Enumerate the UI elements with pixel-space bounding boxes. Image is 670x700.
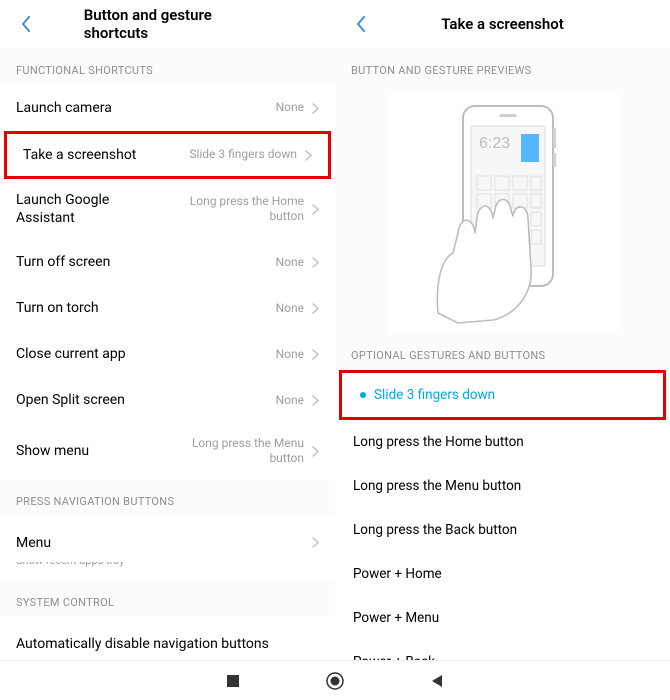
- square-icon: [226, 674, 240, 688]
- back-button[interactable]: [14, 12, 38, 36]
- row-value: Long press the Menu button: [164, 436, 304, 467]
- row-label: Turn off screen: [16, 253, 110, 271]
- row-take-screenshot[interactable]: Take a screenshot Slide 3 fingers down: [4, 131, 331, 179]
- row-label: Launch camera: [16, 99, 112, 117]
- row-value: None: [276, 255, 304, 271]
- section-header-press-nav: PRESS NAVIGATION BUTTONS: [0, 479, 335, 516]
- chevron-right-icon: [305, 150, 312, 161]
- chevron-right-icon: [312, 103, 319, 114]
- nav-recents-button[interactable]: [222, 670, 244, 692]
- header: Take a screenshot: [335, 0, 670, 48]
- row-value: None: [276, 347, 304, 363]
- row-label: Take a screenshot: [23, 146, 136, 164]
- option-label: Long press the Back button: [353, 522, 517, 538]
- chevron-right-icon: [312, 303, 319, 314]
- option-label: Slide 3 fingers down: [374, 387, 495, 403]
- chevron-left-icon: [21, 16, 31, 32]
- chevron-right-icon: [312, 349, 319, 360]
- android-nav-bar: [0, 660, 670, 700]
- option-label: Long press the Home button: [353, 434, 524, 450]
- row-close-app[interactable]: Close current app None: [0, 332, 335, 378]
- chevron-right-icon: [312, 537, 319, 548]
- option-label: Long press the Menu button: [353, 478, 521, 494]
- circle-icon: [325, 671, 345, 691]
- content-scroll[interactable]: BUTTON AND GESTURE PREVIEWS 6:23: [335, 48, 670, 660]
- option-long-press-back[interactable]: Long press the Back button: [335, 508, 670, 552]
- row-label: Launch Google Assistant: [16, 191, 156, 227]
- row-label: Open Split screen: [16, 391, 125, 409]
- nav-home-button[interactable]: [324, 670, 346, 692]
- row-label: Close current app: [16, 345, 126, 363]
- option-slide-3-fingers[interactable]: Slide 3 fingers down: [339, 370, 666, 420]
- row-google-assistant[interactable]: Launch Google Assistant Long press the H…: [0, 179, 335, 239]
- row-value: Long press the Home button: [164, 194, 304, 225]
- header: Button and gesture shortcuts: [0, 0, 335, 48]
- row-label: Show menu: [16, 442, 89, 460]
- back-button[interactable]: [349, 12, 373, 36]
- page-title: Take a screenshot: [441, 15, 564, 33]
- row-value: Slide 3 fingers down: [189, 147, 297, 163]
- page-title: Button and gesture shortcuts: [84, 6, 252, 42]
- option-power-menu[interactable]: Power + Menu: [335, 596, 670, 640]
- row-label: Menu: [16, 534, 51, 552]
- row-turn-on-torch[interactable]: Turn on torch None: [0, 286, 335, 332]
- row-value: None: [276, 100, 304, 116]
- content-scroll[interactable]: FUNCTIONAL SHORTCUTS Launch camera None …: [0, 48, 335, 660]
- triangle-left-icon: [430, 674, 444, 688]
- row-show-menu[interactable]: Show menu Long press the Menu button: [0, 424, 335, 479]
- section-header-options: OPTIONAL GESTURES AND BUTTONS: [335, 333, 670, 370]
- row-turn-off-screen[interactable]: Turn off screen None: [0, 240, 335, 286]
- nav-back-button[interactable]: [426, 670, 448, 692]
- chevron-right-icon: [312, 257, 319, 268]
- section-header-functional: FUNCTIONAL SHORTCUTS: [0, 48, 335, 85]
- option-power-home[interactable]: Power + Home: [335, 552, 670, 596]
- row-menu[interactable]: Menu Show recent apps tray: [0, 516, 335, 580]
- row-value: None: [276, 393, 304, 409]
- row-auto-disable-nav[interactable]: Automatically disable navigation buttons…: [0, 617, 335, 660]
- row-split-screen[interactable]: Open Split screen None: [0, 378, 335, 424]
- chevron-right-icon: [312, 204, 319, 215]
- section-header-system: SYSTEM CONTROL: [0, 580, 335, 617]
- settings-pane-shortcuts: Button and gesture shortcuts FUNCTIONAL …: [0, 0, 335, 660]
- preview-time-text: 6:23: [479, 135, 510, 152]
- option-label: Power + Menu: [353, 610, 439, 626]
- option-long-press-home[interactable]: Long press the Home button: [335, 420, 670, 464]
- gesture-preview: 6:23: [388, 93, 618, 333]
- chevron-left-icon: [356, 16, 366, 32]
- chevron-right-icon: [312, 446, 319, 457]
- option-long-press-menu[interactable]: Long press the Menu button: [335, 464, 670, 508]
- chevron-right-icon: [312, 395, 319, 406]
- row-value: None: [276, 301, 304, 317]
- option-label: Power + Home: [353, 566, 442, 582]
- row-launch-camera[interactable]: Launch camera None: [0, 85, 335, 131]
- selected-bullet-icon: [360, 392, 366, 398]
- row-label: Automatically disable navigation buttons: [16, 635, 269, 653]
- settings-pane-screenshot: Take a screenshot BUTTON AND GESTURE PRE…: [335, 0, 670, 660]
- option-power-back[interactable]: Power + Back: [335, 640, 670, 660]
- row-label: Turn on torch: [16, 299, 99, 317]
- section-header-preview: BUTTON AND GESTURE PREVIEWS: [335, 48, 670, 85]
